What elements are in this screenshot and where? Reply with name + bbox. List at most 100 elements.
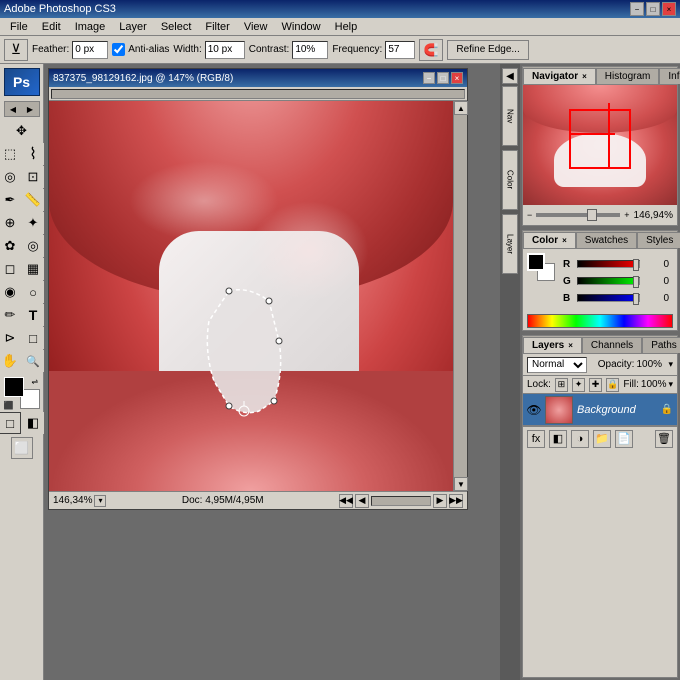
eraser-tool[interactable]: ◻ [0,258,21,280]
doc-nav-controls[interactable]: ◀◀ ◀ ▶ ▶▶ [339,494,463,508]
doc-vscroll[interactable]: ▲ ▼ [453,101,467,491]
default-colors-icon[interactable]: ⬛ [4,401,12,409]
layers-strip-label[interactable]: Layer [502,214,518,274]
lock-transparent-btn[interactable]: ⊞ [555,378,568,392]
panel-control-strip[interactable]: ◀ ▶ [4,101,40,117]
clone-stamp-tool[interactable]: ✿ [0,235,21,257]
path-select-tool[interactable]: ⊳ [0,327,21,349]
b-slider-thumb[interactable] [633,293,639,305]
doc-hscroll-top[interactable] [49,87,467,101]
brush-tool[interactable]: ✦ [22,212,44,234]
menu-view[interactable]: View [238,20,274,34]
crop-tool[interactable]: ⊡ [22,166,44,188]
r-slider[interactable] [577,260,640,268]
quick-select-tool[interactable]: ◎ [0,166,21,188]
contrast-input[interactable] [292,41,328,59]
tab-color[interactable]: Color × [523,232,576,248]
b-slider[interactable] [577,294,640,302]
menu-help[interactable]: Help [329,20,364,34]
screen-mode-button[interactable]: ⬜ [11,437,33,459]
nav-progress[interactable] [371,496,431,506]
menu-layer[interactable]: Layer [113,20,153,34]
shape-tool[interactable]: □ [22,327,44,349]
zoom-out-icon[interactable]: − [527,210,532,220]
eyedropper-tool[interactable]: ✒ [0,189,21,211]
document-canvas[interactable] [49,101,453,491]
vscroll-up[interactable]: ▲ [454,101,468,115]
menu-select[interactable]: Select [155,20,198,34]
zoom-slider-thumb[interactable] [587,209,597,221]
tab-swatches[interactable]: Swatches [576,232,637,248]
spot-heal-tool[interactable]: ⊕ [0,212,21,234]
blend-mode-select[interactable]: Normal [527,357,587,373]
lasso-tool[interactable]: ⌇ [22,143,44,165]
nav-first[interactable]: ◀◀ [339,494,353,508]
zoom-menu[interactable]: ▾ [94,495,106,507]
antialias-checkbox[interactable] [112,43,125,56]
dodge-tool[interactable]: ○ [22,281,44,303]
doc-maximize[interactable]: □ [437,72,449,84]
close-button[interactable]: × [662,2,676,16]
width-input[interactable] [205,41,245,59]
new-layer-btn[interactable]: 📄 [615,430,633,448]
tab-styles[interactable]: Styles [637,232,680,248]
tool-selector[interactable]: ⊻ [4,39,28,61]
opacity-arrow[interactable]: ▾ [668,359,673,370]
tab-navigator[interactable]: Navigator × [523,68,596,84]
pen-tool[interactable]: ✏ [0,304,21,326]
lock-position-btn[interactable]: ✚ [589,378,602,392]
hscroll-track-top[interactable] [51,89,465,99]
color-fg-bg-swatches[interactable] [527,253,555,281]
swap-colors-icon[interactable]: ⇌ [32,377,40,385]
tab-channels[interactable]: Channels [582,337,642,353]
magnet-icon[interactable]: 🧲 [419,39,443,61]
maximize-button[interactable]: □ [646,2,660,16]
color-strip-label[interactable]: Color [502,150,518,210]
r-slider-thumb[interactable] [633,259,639,271]
doc-window-controls[interactable]: − □ × [423,72,463,84]
frequency-input[interactable] [385,41,415,59]
tab-histogram[interactable]: Histogram [596,68,660,84]
blur-tool[interactable]: ◉ [0,281,21,303]
g-slider-thumb[interactable] [633,276,639,288]
window-controls[interactable]: − □ × [630,2,676,16]
lock-paint-btn[interactable]: ✦ [572,378,585,392]
nav-prev[interactable]: ◀ [355,494,369,508]
color-spectrum-bar[interactable] [527,314,673,328]
gradient-tool[interactable]: ▦ [22,258,44,280]
zoom-tool[interactable]: 🔍 [22,350,44,372]
standard-mode[interactable]: □ [0,412,21,434]
menu-image[interactable]: Image [69,20,112,34]
fg-color-box[interactable] [527,253,545,271]
zoom-in-icon[interactable]: + [624,210,629,220]
tab-paths[interactable]: Paths [642,337,680,353]
tab-layers[interactable]: Layers × [523,337,582,353]
zoom-slider[interactable] [536,213,620,217]
menu-filter[interactable]: Filter [199,20,235,34]
ruler-tool[interactable]: 📏 [22,189,44,211]
navigator-thumbnail[interactable] [523,85,677,205]
vscroll-track[interactable] [454,115,467,477]
minimize-button[interactable]: − [630,2,644,16]
feather-input[interactable] [72,41,108,59]
hand-tool[interactable]: ✋ [0,350,21,372]
nav-viewport-box[interactable] [569,109,631,169]
navigator-strip-label[interactable]: Nav [502,86,518,146]
new-group-btn[interactable]: 📁 [593,430,611,448]
layer-eye-icon[interactable]: 👁 [527,403,541,417]
nav-next[interactable]: ▶ [433,494,447,508]
panel-expand-btn[interactable]: ◀ [502,68,518,84]
lock-all-btn[interactable]: 🔒 [606,378,619,392]
move-tool[interactable]: ✥ [11,120,33,142]
menu-window[interactable]: Window [276,20,327,34]
vscroll-down[interactable]: ▼ [454,477,468,491]
navigator-tab-close[interactable]: × [582,72,587,81]
delete-layer-btn[interactable]: 🗑 [655,430,673,448]
add-style-btn[interactable]: fx [527,430,545,448]
color-tab-close[interactable]: × [562,236,567,245]
quick-mask-mode[interactable]: ◧ [22,412,44,434]
background-layer[interactable]: 👁 Background 🔒 [523,394,677,426]
new-adjustment-btn[interactable]: ◑ [571,430,589,448]
fg-bg-colors[interactable]: ⇌ ⬛ [4,377,40,409]
layers-tab-close[interactable]: × [568,341,573,350]
